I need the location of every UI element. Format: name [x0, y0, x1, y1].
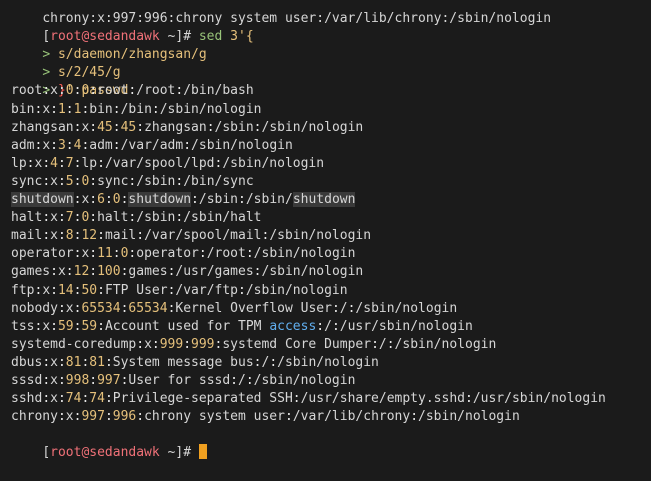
- output-line: root:x:0:0:root:/root:/bin/bash: [11, 83, 254, 99]
- output-line: sshd:x:74:74:Privilege-separated SSH:/us…: [11, 391, 606, 407]
- prompt-open-bracket: [: [42, 445, 51, 461]
- command-output: root:x:0:0:root:/root:/bin/bash bin:x:1:1…: [11, 82, 651, 426]
- output-line: mail:x:8:12:mail:/var/spool/mail:/sbin/n…: [11, 228, 372, 244]
- output-line: adm:x:3:4:adm:/var/adm:/sbin/nologin: [11, 137, 293, 153]
- output-line: bin:x:1:1:bin:/bin:/sbin/nologin: [11, 101, 262, 117]
- output-line: sssd:x:998:997:User for sssd:/:/sbin/nol…: [11, 372, 356, 388]
- output-line: zhangsan:x:45:45:zhangsan:/sbin:/sbin/no…: [11, 119, 364, 135]
- prompt-path: ~: [159, 29, 176, 45]
- output-line: sync:x:5:0:sync:/sbin:/bin/sync: [11, 173, 254, 189]
- output-line: ftp:x:14:50:FTP User:/var/ftp:/sbin/nolo…: [11, 282, 348, 298]
- output-line: lp:x:4:7:lp:/var/spool/lpd:/sbin/nologin: [11, 155, 325, 171]
- prompt-open-bracket: [: [42, 29, 51, 45]
- clipped-output-line: chrony:x:997:996:chrony system user:/var…: [42, 11, 552, 27]
- continuation-prefix: >: [42, 47, 58, 63]
- command-arg: 3'{: [222, 29, 254, 45]
- text-cursor[interactable]: [198, 444, 207, 460]
- sed-expression: s/daemon/zhangsan/g: [57, 47, 207, 63]
- command-prompt-line[interactable]: [root@sedandawk ~]#: [11, 426, 651, 460]
- output-line: chrony:x:997:996:chrony system user:/var…: [11, 409, 520, 425]
- continuation-prefix: >: [42, 65, 58, 81]
- prompt-path: ~: [159, 445, 176, 461]
- output-line: halt:x:7:0:halt:/sbin:/sbin/halt: [11, 210, 262, 226]
- terminal-window[interactable]: chrony:x:997:996:chrony system user:/var…: [0, 0, 651, 460]
- output-line: tss:x:59:59:Account used for TPM access:…: [11, 318, 473, 334]
- output-line: games:x:12:100:games:/usr/games:/sbin/no…: [11, 264, 364, 280]
- output-line: shutdown:x:6:0:shutdown:/sbin:/sbin/shut…: [11, 192, 356, 208]
- prompt-user-host: root@sedandawk: [50, 29, 160, 45]
- prompt-user-host: root@sedandawk: [50, 445, 160, 461]
- output-line: systemd-coredump:x:999:999:systemd Core …: [11, 336, 497, 352]
- sed-expression: s/2/45/g: [57, 65, 121, 81]
- output-line: dbus:x:81:81:System message bus:/:/sbin/…: [11, 354, 379, 370]
- output-line: operator:x:11:0:operator:/root:/sbin/nol…: [11, 246, 356, 262]
- prompt-symbol: #: [183, 29, 192, 45]
- prompt-symbol: #: [183, 445, 192, 461]
- command-name: sed: [191, 29, 223, 45]
- output-line: nobody:x:65534:65534:Kernel Overflow Use…: [11, 300, 458, 316]
- prompt-close-bracket: ]: [175, 445, 184, 461]
